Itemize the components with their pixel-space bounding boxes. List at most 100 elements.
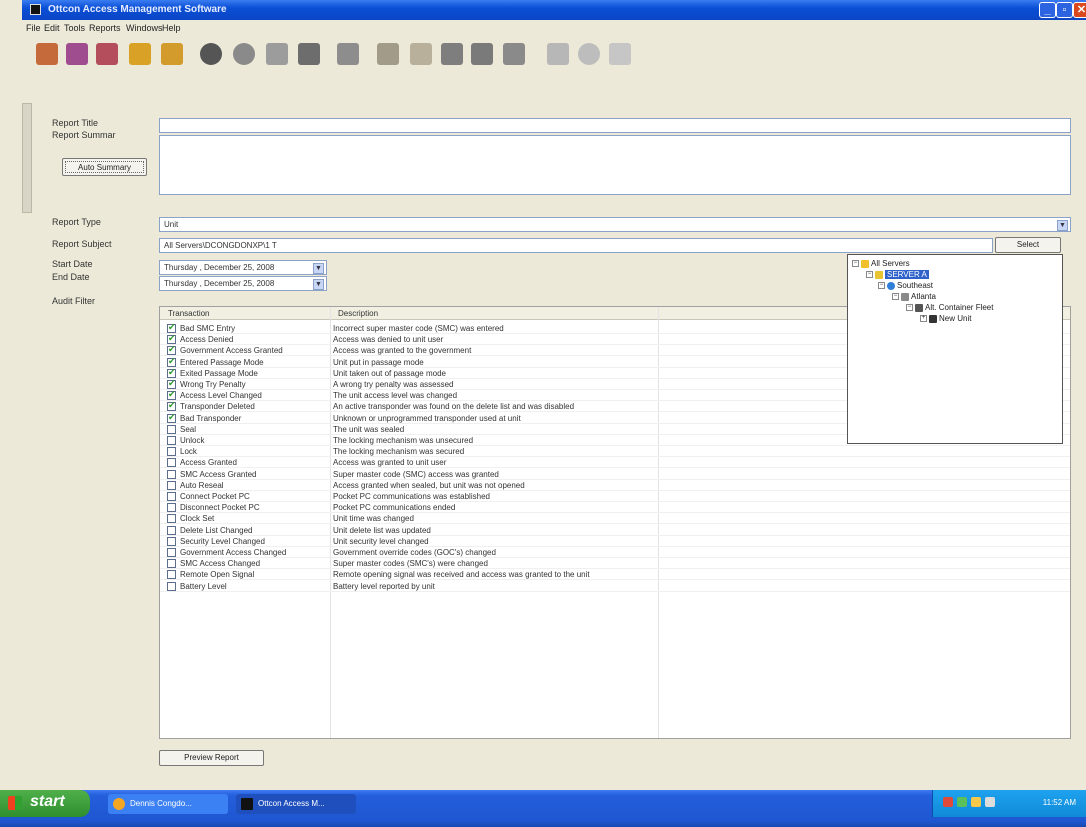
- table-row[interactable]: SMC Access Changed Super master codes (SM…: [160, 558, 1070, 570]
- row-checkbox[interactable]: [167, 389, 176, 401]
- start-button[interactable]: start: [0, 790, 90, 817]
- trash-icon[interactable]: [609, 43, 631, 65]
- lock-icon[interactable]: [410, 43, 432, 65]
- row-checkbox[interactable]: [167, 458, 176, 468]
- tray-icon[interactable]: [943, 797, 953, 807]
- row-checkbox[interactable]: [167, 367, 176, 378]
- taskbar-item-ottcon[interactable]: Ottcon Access M...: [236, 794, 356, 814]
- start-date-picker[interactable]: Thursday , December 25, 2008 ▼: [159, 260, 327, 275]
- user-group-icon[interactable]: [66, 43, 88, 65]
- report-search-icon[interactable]: [471, 43, 493, 65]
- table-row[interactable]: Remote Open Signal Remote opening signal …: [160, 569, 1070, 581]
- row-checkbox[interactable]: [167, 525, 176, 535]
- menu-tools[interactable]: Tools: [64, 23, 85, 33]
- row-checkbox[interactable]: [167, 378, 176, 389]
- tree-node-southeast[interactable]: − Southeast: [878, 281, 933, 290]
- user-edit-icon[interactable]: [96, 43, 118, 65]
- transaction-cell: Exited Passage Mode: [180, 368, 258, 378]
- row-checkbox[interactable]: [167, 344, 176, 356]
- clock-icon[interactable]: [578, 43, 600, 65]
- menu-edit[interactable]: Edit: [44, 23, 60, 33]
- chart-alt-icon[interactable]: [161, 43, 183, 65]
- table-row[interactable]: SMC Access Granted Super master code (SMC…: [160, 469, 1070, 480]
- table-row[interactable]: Government Access Changed Government over…: [160, 547, 1070, 558]
- tree-node-all-servers[interactable]: − All Servers: [852, 259, 910, 268]
- tree-node-atlanta[interactable]: − Atlanta: [892, 292, 936, 301]
- taskbar-item-dennis[interactable]: Dennis Congdo...: [108, 794, 228, 814]
- close-button[interactable]: ✕: [1073, 2, 1086, 18]
- row-checkbox[interactable]: [167, 469, 176, 479]
- report-export-icon[interactable]: [503, 43, 525, 65]
- report-icon[interactable]: [441, 43, 463, 65]
- unit-icon[interactable]: [298, 43, 320, 65]
- document-icon[interactable]: [337, 43, 359, 65]
- auto-summary-button[interactable]: Auto Summary: [62, 158, 147, 176]
- globe-icon: [887, 281, 895, 290]
- row-checkbox[interactable]: [167, 536, 176, 546]
- row-checkbox[interactable]: [167, 581, 176, 591]
- preview-report-button[interactable]: Preview Report: [159, 750, 264, 766]
- menu-file[interactable]: File: [26, 23, 41, 33]
- description-cell: Government override codes (GOC's) change…: [333, 548, 496, 557]
- transaction-cell: SMC Access Granted: [180, 469, 257, 479]
- column-header-transaction[interactable]: Transaction: [168, 309, 210, 318]
- disk-icon[interactable]: [233, 43, 255, 65]
- table-row[interactable]: Clock Set Unit time was changed: [160, 513, 1070, 525]
- printer-icon[interactable]: [377, 43, 399, 65]
- transaction-cell: Access Level Changed: [180, 391, 262, 401]
- row-checkbox[interactable]: [167, 514, 176, 524]
- tree-node-fleet[interactable]: − Alt. Container Fleet: [906, 303, 993, 312]
- end-date-picker[interactable]: Thursday , December 25, 2008 ▼: [159, 276, 327, 291]
- row-checkbox[interactable]: [167, 424, 176, 434]
- chevron-down-icon[interactable]: ▼: [313, 263, 324, 274]
- table-row[interactable]: Delete List Changed Unit delete list was …: [160, 525, 1070, 536]
- row-checkbox[interactable]: [167, 548, 176, 557]
- report-type-select[interactable]: Unit ▼: [159, 217, 1071, 232]
- server-tree[interactable]: − All Servers − SERVER A − Southeast − Atlan…: [847, 254, 1063, 444]
- row-checkbox[interactable]: [167, 412, 176, 423]
- table-row[interactable]: Access Granted Access was granted to unit…: [160, 457, 1070, 469]
- tray-icon[interactable]: [971, 797, 981, 807]
- table-row[interactable]: Auto Reseal Access granted when sealed, b…: [160, 480, 1070, 491]
- select-button[interactable]: Select: [995, 237, 1061, 253]
- minimize-button[interactable]: _: [1039, 2, 1056, 18]
- table-row[interactable]: Disconnect Pocket PC Pocket PC communicat…: [160, 502, 1070, 514]
- row-checkbox[interactable]: [167, 503, 176, 513]
- row-checkbox[interactable]: [167, 333, 176, 345]
- row-checkbox[interactable]: [167, 559, 176, 569]
- table-row[interactable]: Lock The locking mechanism was secured: [160, 446, 1070, 458]
- row-checkbox[interactable]: [167, 436, 176, 445]
- row-checkbox[interactable]: [167, 447, 176, 457]
- report-subject-field[interactable]: All Servers\DCONGDONXP\1 T: [159, 238, 993, 253]
- table-row[interactable]: Battery Level Battery level reported by u…: [160, 581, 1070, 592]
- tree-node-server-a[interactable]: − SERVER A: [866, 270, 929, 279]
- row-checkbox[interactable]: [167, 492, 176, 501]
- table-row[interactable]: Security Level Changed Unit security leve…: [160, 536, 1070, 547]
- report-title-field[interactable]: [159, 118, 1071, 133]
- title-bar[interactable]: Ottcon Access Management Software _ ▫ ✕: [22, 0, 1086, 20]
- users-icon[interactable]: [36, 43, 58, 65]
- tray-icon[interactable]: [957, 797, 967, 807]
- chevron-down-icon[interactable]: ▼: [313, 279, 324, 290]
- row-checkbox[interactable]: [167, 480, 176, 490]
- menu-windows[interactable]: Windows: [126, 23, 163, 33]
- row-checkbox[interactable]: [167, 322, 176, 333]
- menu-help[interactable]: Help: [162, 23, 181, 33]
- chevron-down-icon[interactable]: ▼: [1057, 220, 1068, 231]
- end-date-label: End Date: [52, 272, 90, 282]
- tree-node-new-unit[interactable]: + New Unit: [920, 314, 971, 323]
- side-panel-tab[interactable]: [22, 103, 32, 213]
- menu-reports[interactable]: Reports: [89, 23, 121, 33]
- maximize-button[interactable]: ▫: [1056, 2, 1073, 18]
- chart-icon[interactable]: [129, 43, 151, 65]
- table-row[interactable]: Connect Pocket PC Pocket PC communication…: [160, 491, 1070, 502]
- row-checkbox[interactable]: [167, 570, 176, 580]
- globe-icon[interactable]: [200, 43, 222, 65]
- row-checkbox[interactable]: [167, 356, 176, 367]
- column-header-description[interactable]: Description: [338, 309, 378, 318]
- report-summary-field[interactable]: [159, 135, 1071, 195]
- calendar-icon[interactable]: [547, 43, 569, 65]
- server-icon[interactable]: [266, 43, 288, 65]
- volume-icon[interactable]: [985, 797, 995, 807]
- row-checkbox[interactable]: [167, 400, 176, 412]
